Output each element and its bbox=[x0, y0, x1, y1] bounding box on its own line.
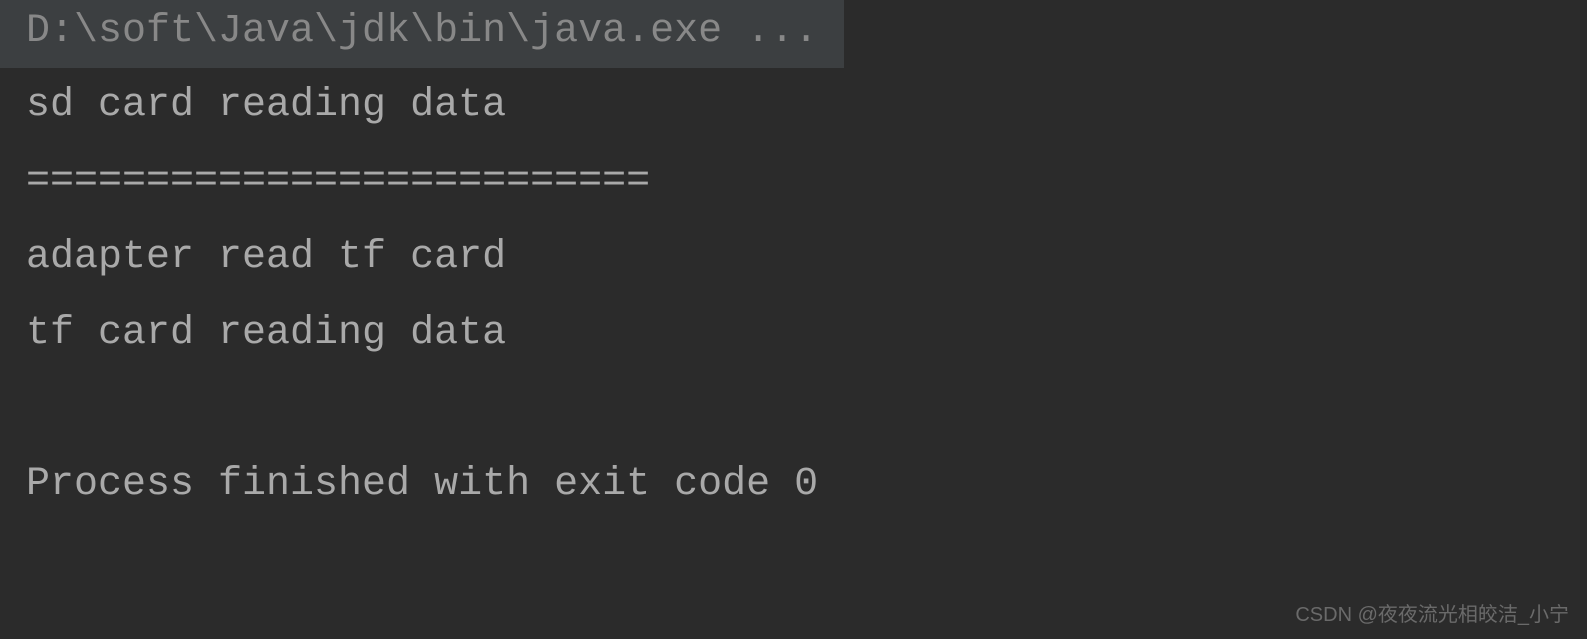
output-line: sd card reading data bbox=[0, 68, 1587, 144]
output-line: ========================== bbox=[0, 144, 1587, 220]
command-line: D:\soft\Java\jdk\bin\java.exe ... bbox=[0, 0, 844, 68]
console-output: D:\soft\Java\jdk\bin\java.exe ... sd car… bbox=[0, 0, 1587, 523]
blank-line bbox=[0, 372, 1587, 447]
output-line: adapter read tf card bbox=[0, 220, 1587, 296]
output-line: tf card reading data bbox=[0, 296, 1587, 372]
exit-message: Process finished with exit code 0 bbox=[0, 447, 1587, 523]
watermark: CSDN @夜夜流光相皎洁_小宁 bbox=[1295, 598, 1569, 627]
